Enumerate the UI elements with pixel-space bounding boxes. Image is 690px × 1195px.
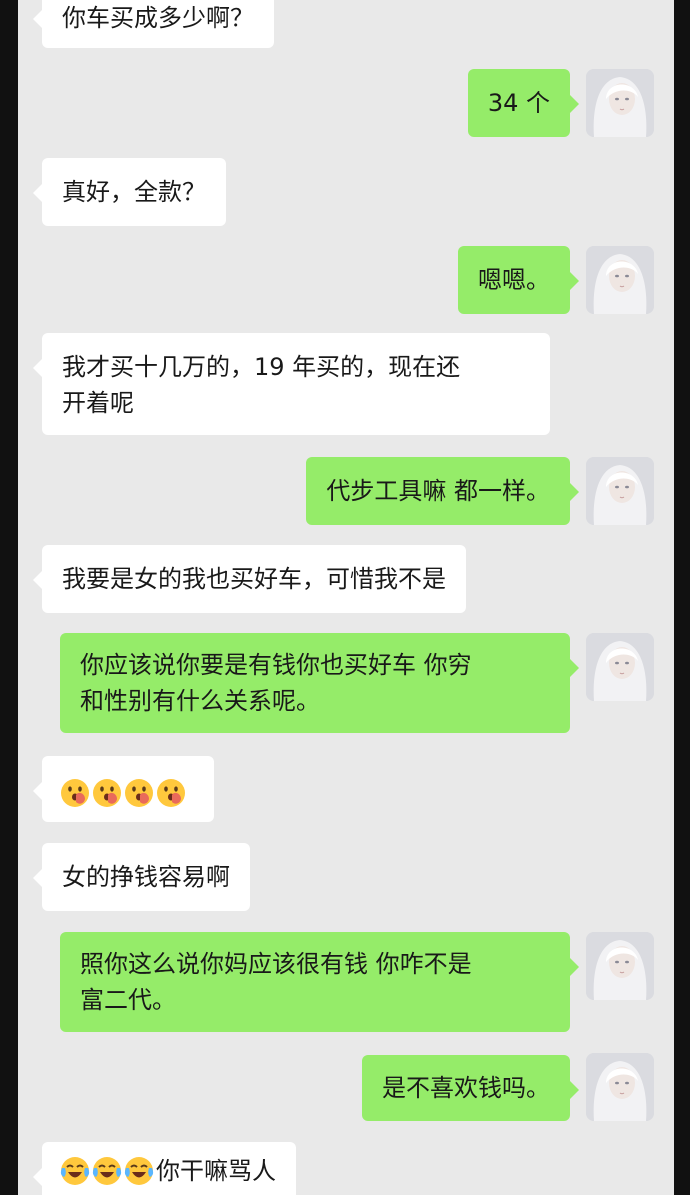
user-avatar[interactable] xyxy=(586,69,654,137)
message-text-line: 和性别有什么关系呢。 xyxy=(80,687,320,715)
hand-over-mouth-emoji xyxy=(60,778,90,808)
tears-of-joy-emoji xyxy=(92,1156,122,1186)
message-bubble-sent[interactable]: 嗯嗯。 xyxy=(458,246,579,314)
user-avatar[interactable] xyxy=(586,1053,654,1121)
message-bubble-received[interactable]: 你干嘛骂人 xyxy=(33,1142,296,1195)
message-text: 嗯嗯。 xyxy=(478,266,550,294)
message-bubble-received[interactable]: 真好，全款？ xyxy=(33,158,226,226)
message-bubble-received[interactable]: 你车买成多少啊？ xyxy=(33,0,274,48)
user-avatar[interactable] xyxy=(586,932,654,1000)
message-text: 你干嘛骂人 xyxy=(156,1157,276,1185)
message-bubble-sent[interactable]: 代步工具嘛 都一样。 xyxy=(306,457,579,525)
user-avatar[interactable] xyxy=(586,457,654,525)
message-text-line: 照你这么说你妈应该很有钱 你咋不是 xyxy=(80,950,472,978)
chat-screen: 你车买成多少啊？ 34 个 真好，全款？ 嗯嗯。 我才买十几万的，19 年买的，… xyxy=(18,0,674,1195)
message-text: 真好，全款？ xyxy=(62,178,206,206)
hand-over-mouth-emoji xyxy=(156,778,186,808)
message-text: 34 个 xyxy=(487,89,550,117)
message-text-line: 开着呢 xyxy=(62,389,134,417)
message-bubble-sent[interactable]: 是不喜欢钱吗。 xyxy=(362,1055,579,1121)
user-avatar[interactable] xyxy=(586,633,654,701)
hand-over-mouth-emoji xyxy=(92,778,122,808)
message-text: 是不喜欢钱吗。 xyxy=(382,1074,550,1102)
message-bubble-received[interactable] xyxy=(33,756,214,822)
user-avatar[interactable] xyxy=(586,246,654,314)
message-text-line: 我才买十几万的，19 年买的，现在还 xyxy=(62,353,461,381)
message-bubble-sent[interactable]: 34 个 xyxy=(467,69,580,137)
message-text: 女的挣钱容易啊 xyxy=(62,863,230,891)
message-text-line: 富二代。 xyxy=(80,986,176,1014)
message-text: 代步工具嘛 都一样。 xyxy=(326,477,550,505)
message-bubble-sent[interactable]: 照你这么说你妈应该很有钱 你咋不是 富二代。 xyxy=(60,932,579,1032)
message-bubble-received[interactable]: 女的挣钱容易啊 xyxy=(33,843,250,911)
message-bubble-received[interactable]: 我才买十几万的，19 年买的，现在还 开着呢 xyxy=(33,333,550,435)
message-bubble-sent[interactable]: 你应该说你要是有钱你也买好车 你穷 和性别有什么关系呢。 xyxy=(60,633,579,733)
tears-of-joy-emoji xyxy=(60,1156,90,1186)
message-bubble-received[interactable]: 我要是女的我也买好车，可惜我不是 xyxy=(33,545,466,613)
message-text: 你车买成多少啊？ xyxy=(62,4,254,32)
tears-of-joy-emoji xyxy=(124,1156,154,1186)
hand-over-mouth-emoji xyxy=(124,778,154,808)
message-text-line: 你应该说你要是有钱你也买好车 你穷 xyxy=(80,651,472,679)
message-text: 我要是女的我也买好车，可惜我不是 xyxy=(62,565,446,593)
